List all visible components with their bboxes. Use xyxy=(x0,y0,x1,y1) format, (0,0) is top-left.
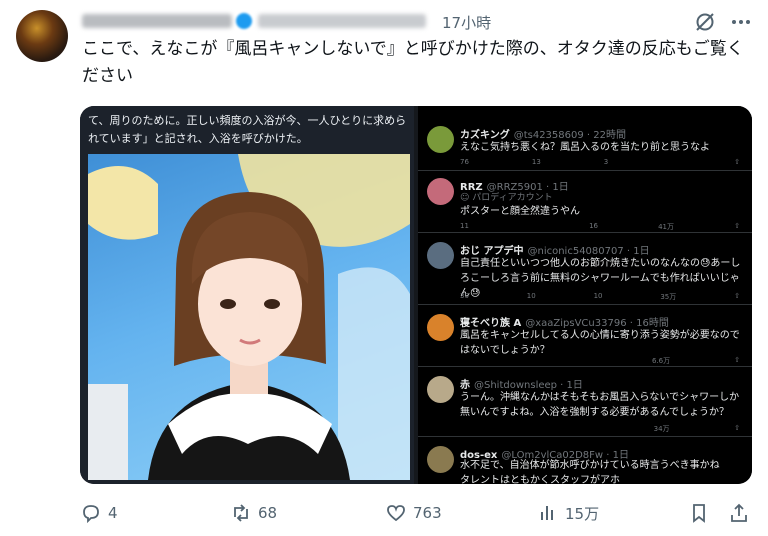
media-image-left[interactable]: て、周りのために。正しい頻度の入浴が今、一人ひとりに求められています」と記され、… xyxy=(80,106,414,484)
verified-badge-icon xyxy=(236,13,252,29)
reply-avatar xyxy=(427,446,454,473)
reply-count: 76 xyxy=(460,158,469,166)
share-icon: ⇧ xyxy=(734,356,740,364)
reply-text: ポスターと顔全然違うやん xyxy=(460,206,580,217)
tweet-action-bar: 4 68 763 15万 xyxy=(80,496,750,532)
reply-stats: 6.6万 ⇧ xyxy=(651,356,740,365)
reply-item: 寝そべり族 A @xaaZipsVCu33796 · 16時間 風呂をキャンセルし… xyxy=(418,304,752,367)
photo-portrait xyxy=(88,154,410,480)
reply-avatar xyxy=(427,178,454,205)
views-button[interactable]: 15万 xyxy=(537,502,599,524)
reply-text: 風呂をキャンセルしてる人の心情に寄り添う姿勢が必要なのではないでしょうか？ xyxy=(460,330,740,356)
reply-stats: 11 16 41万 ⇧ xyxy=(460,222,740,231)
author-avatar[interactable] xyxy=(16,10,68,62)
reply-item: カズキング @ts42358609 · 22時間 えなこ気持ち悪くね？風呂入るのを… xyxy=(418,120,752,171)
like-count: 3 xyxy=(603,158,609,166)
retweet-button[interactable]: 68 xyxy=(230,502,277,524)
reply-avatar xyxy=(427,376,454,403)
bookmark-button[interactable] xyxy=(688,502,710,524)
share-icon: ⇧ xyxy=(734,158,740,166)
tweet-text: ここで、えなこが『風呂キャンしないで』と呼びかけた際の、オタク達の反応もご覧くだ… xyxy=(82,39,744,86)
heart-icon xyxy=(387,505,405,522)
tweet-media[interactable]: て、周りのために。正しい頻度の入浴が今、一人ひとりに求められています」と記され、… xyxy=(80,106,752,484)
reply-stats: 30 10 10 35万 ⇧ xyxy=(460,292,740,301)
reply-avatar xyxy=(427,126,454,153)
media-image-right[interactable]: カズキング @ts42358609 · 22時間 えなこ気持ち悪くね？風呂入るのを… xyxy=(418,106,752,484)
share-icon: ⇧ xyxy=(734,292,740,300)
more-horizontal-icon[interactable] xyxy=(726,7,756,37)
article-text: て、周りのために。正しい頻度の入浴が今、一人ひとりに求められています」と記され、… xyxy=(88,114,407,145)
bookmark-icon xyxy=(693,504,705,523)
author-name[interactable] xyxy=(82,14,232,28)
share-button[interactable] xyxy=(728,502,750,524)
reply-item: 赤 @Shitdownsleep · 1日 うーん。沖縄なんかはそもそもお風呂入ら… xyxy=(418,366,752,437)
retweet-count: 68 xyxy=(258,504,278,522)
parody-icon: ☺ xyxy=(460,193,470,203)
reply-item: dos-ex @LOm2vlCa02D8Fw · 1日 水不足で、自治体が節水呼び… xyxy=(418,436,752,484)
reply-stats: 76 13 3 ⇧ xyxy=(460,158,740,166)
reply-item: おじ アプデ中 @niconic54080707 · 1日 自己責任といいつつ他人… xyxy=(418,232,752,305)
share-icon xyxy=(731,503,747,522)
reply-stats: 34万 ⇧ xyxy=(653,424,740,433)
reply-text: 水不足で、自治体が節水呼びかけている時言うべき事かね タレントはともかくスタッフ… xyxy=(460,460,720,484)
post-time[interactable]: 17小時 xyxy=(442,12,491,33)
retweet-icon xyxy=(234,504,248,522)
analytics-icon xyxy=(541,506,553,520)
reply-button[interactable]: 4 xyxy=(80,502,118,524)
reply-text: うーん。沖縄なんかはそもそもお風呂入らないでシャワーしか無いんですよね。入浴を強… xyxy=(460,392,740,418)
author-handle[interactable] xyxy=(258,14,426,28)
share-icon: ⇧ xyxy=(734,424,740,432)
reply-icon xyxy=(83,505,99,524)
grok-slash-icon[interactable] xyxy=(690,7,720,37)
retweet-count: 13 xyxy=(531,158,541,166)
reply-count: 4 xyxy=(108,504,118,522)
like-count: 763 xyxy=(413,504,442,522)
share-icon: ⇧ xyxy=(734,222,740,230)
reply-text: えなこ気持ち悪くね？風呂入るのを当たり前と思うなよ xyxy=(460,142,710,153)
reply-avatar xyxy=(427,314,454,341)
reply-avatar xyxy=(427,242,454,269)
like-button[interactable]: 763 xyxy=(385,502,442,524)
reply-item: RRZ @RRZ5901 · 1日 ☺ パロディアカウント ポスターと顔全然違うや… xyxy=(418,170,752,233)
view-count: 15万 xyxy=(565,504,600,523)
